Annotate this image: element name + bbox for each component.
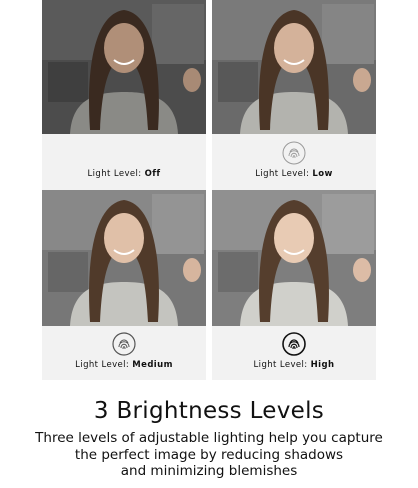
caption-high: Light Level: High [212,326,376,380]
headline: 3 Brightness Levels [93,398,325,424]
panel-off: Light Level: Off [42,0,206,190]
caption-level: Low [312,169,333,179]
portrait-photo [212,0,376,134]
caption-prefix: Light Level: [255,169,310,179]
panel-high: Light Level: High [212,190,376,380]
photo-low [212,0,376,134]
portrait-photo [42,190,206,326]
caption-label-off: Light Level: Off [42,169,206,179]
photo-medium [42,190,206,326]
description: Three levels of adjustable lighting help… [0,430,418,480]
caption-off: Light Level: Off [42,134,206,190]
portrait-photo [42,0,206,134]
photo-high [212,190,376,326]
panel-low: Light Level: Low [212,0,376,190]
caption-level: Medium [132,360,173,370]
caption-label-high: Light Level: High [212,360,376,370]
panel-medium: Light Level: Medium [42,190,206,380]
fingerprint-icon [282,141,306,165]
caption-prefix: Light Level: [75,360,130,370]
caption-prefix: Light Level: [87,169,142,179]
caption-label-medium: Light Level: Medium [42,360,206,370]
brightness-comparison-grid: Light Level: Off Light Level: Low Light … [42,0,376,380]
fingerprint-icon [282,332,306,356]
description-line-1: Three levels of adjustable lighting help… [35,430,383,446]
caption-prefix: Light Level: [253,360,308,370]
caption-level: High [310,360,335,370]
caption-low: Light Level: Low [212,134,376,190]
description-line-2: the perfect image by reducing shadows [74,446,344,463]
caption-medium: Light Level: Medium [42,326,206,380]
caption-level: Off [144,169,161,179]
portrait-photo [212,190,376,326]
description-line-3: and minimizing blemishes [120,463,298,479]
fingerprint-icon [112,332,136,356]
caption-label-low: Light Level: Low [212,169,376,179]
photo-off [42,0,206,134]
